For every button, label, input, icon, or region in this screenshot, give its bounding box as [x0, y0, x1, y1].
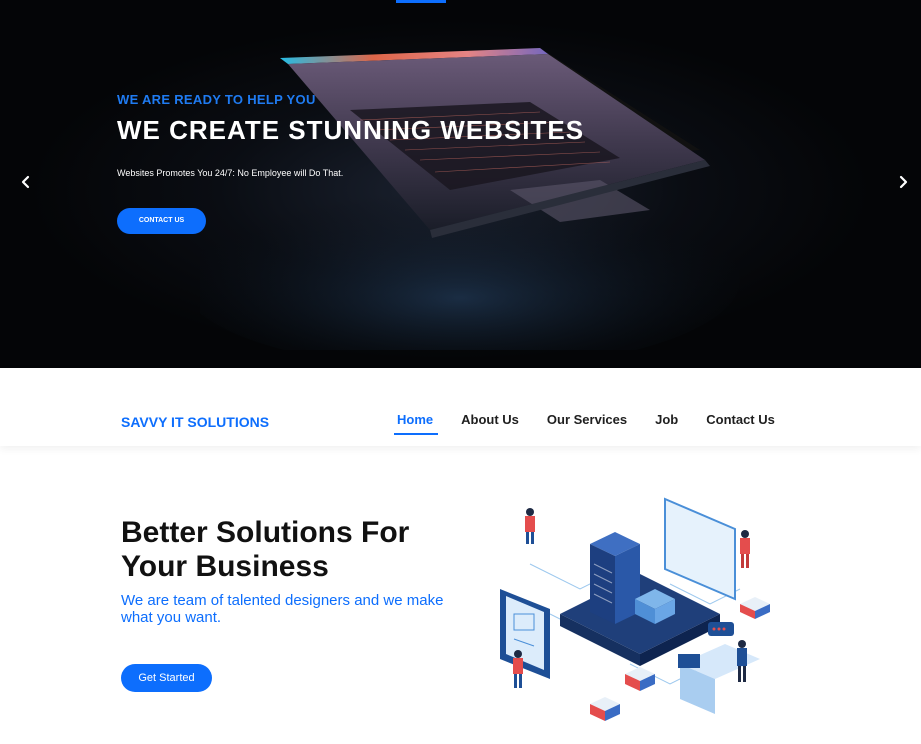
intro-title-line1: Better Solutions For — [121, 516, 410, 549]
hero-eyebrow: WE ARE READY TO HELP YOU — [117, 92, 316, 107]
nav-link-home[interactable]: Home — [393, 412, 439, 435]
chevron-left-icon — [21, 175, 30, 189]
hero-subtitle: Websites Promotes You 24/7: No Employee … — [117, 168, 344, 178]
nav-link-contact-us[interactable]: Contact Us — [706, 412, 775, 435]
nav-link-our-services[interactable]: Our Services — [547, 412, 627, 435]
nav-link-job[interactable]: Job — [655, 412, 678, 435]
intro-title: Better Solutions For Your Business — [121, 516, 461, 584]
contact-us-button[interactable]: CONTACT US — [117, 208, 206, 234]
nav-link-about-us[interactable]: About Us — [461, 412, 519, 435]
intro-subtitle: We are team of talented designers and we… — [121, 592, 444, 626]
isometric-business-illustration — [500, 497, 770, 721]
navbar: SAVVY IT SOLUTIONS Home About Us Our Ser… — [0, 368, 921, 446]
intro-section: Better Solutions For Your Business We ar… — [121, 516, 461, 692]
brand-logo[interactable]: SAVVY IT SOLUTIONS — [121, 414, 269, 430]
hero-top-accent-bar — [396, 0, 446, 3]
hero-carousel: WE ARE READY TO HELP YOU WE CREATE STUNN… — [0, 0, 921, 368]
hero-content: WE ARE READY TO HELP YOU WE CREATE STUNN… — [117, 92, 584, 234]
intro-title-line2: Your Business — [121, 550, 329, 583]
chevron-right-icon — [899, 175, 908, 189]
carousel-prev-button[interactable] — [14, 170, 38, 194]
carousel-next-button[interactable] — [891, 170, 915, 194]
hero-title: WE CREATE STUNNING WEBSITES — [117, 115, 585, 145]
nav-links: Home About Us Our Services Job Contact U… — [393, 412, 803, 435]
get-started-button[interactable]: Get Started — [121, 664, 212, 692]
